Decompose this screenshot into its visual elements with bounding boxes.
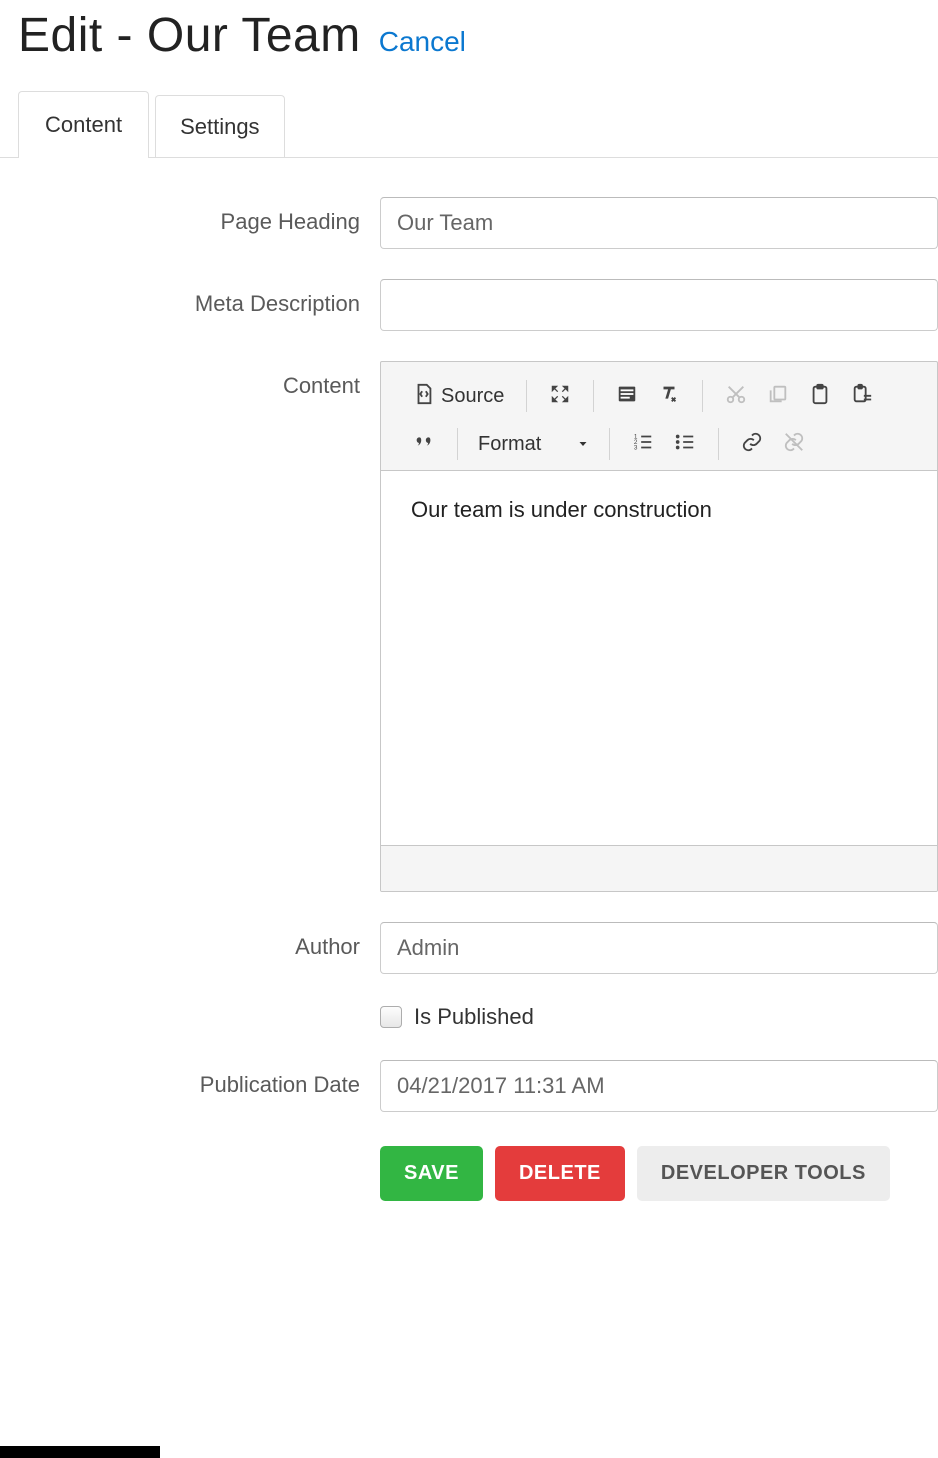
editor-body[interactable]: Our team is under construction <box>381 470 937 845</box>
chevron-down-icon <box>577 433 589 456</box>
maximize-button[interactable] <box>543 379 577 413</box>
paste-text-button[interactable] <box>845 379 879 413</box>
page-header: Edit - Our Team Cancel <box>18 8 938 91</box>
source-label: Source <box>441 385 504 408</box>
select-all-icon <box>616 383 638 410</box>
is-published-label: Is Published <box>414 1004 534 1030</box>
page-title: Edit - Our Team <box>18 8 361 63</box>
link-button[interactable] <box>735 427 769 461</box>
editor-content-text: Our team is under construction <box>411 497 907 523</box>
link-icon <box>741 431 763 458</box>
is-published-checkbox[interactable] <box>380 1006 402 1028</box>
source-button[interactable]: Source <box>407 379 510 413</box>
paste-text-icon <box>851 383 873 410</box>
paste-button[interactable] <box>803 379 837 413</box>
delete-button[interactable]: DELETE <box>495 1146 625 1201</box>
paste-icon <box>809 383 831 410</box>
remove-format-icon <box>658 383 680 410</box>
remove-format-button[interactable] <box>652 379 686 413</box>
label-author: Author <box>18 922 380 960</box>
numbered-list-icon: 123 <box>632 431 654 458</box>
tab-label: Content <box>45 112 122 137</box>
blockquote-button[interactable] <box>407 427 441 461</box>
meta-description-input[interactable] <box>380 279 938 331</box>
developer-tools-button[interactable]: DEVELOPER TOOLS <box>637 1146 890 1201</box>
unlink-icon <box>783 431 805 458</box>
bullet-list-button[interactable] <box>668 427 702 461</box>
tab-content[interactable]: Content <box>18 91 149 158</box>
tab-settings[interactable]: Settings <box>155 95 285 158</box>
unlink-button[interactable] <box>777 427 811 461</box>
editor-statusbar <box>381 845 937 891</box>
copy-button[interactable] <box>761 379 795 413</box>
source-icon <box>413 383 435 410</box>
svg-text:3: 3 <box>634 444 638 451</box>
cut-button[interactable] <box>719 379 753 413</box>
bullet-list-icon <box>674 431 696 458</box>
label-is-published <box>18 1004 380 1016</box>
label-content: Content <box>18 361 380 399</box>
cut-icon <box>725 383 747 410</box>
label-publication-date: Publication Date <box>18 1060 380 1098</box>
publication-date-input[interactable] <box>380 1060 938 1112</box>
tab-bar: Content Settings <box>18 91 938 159</box>
label-page-heading: Page Heading <box>18 197 380 235</box>
tab-label: Settings <box>180 114 260 139</box>
label-meta-description: Meta Description <box>18 279 380 317</box>
page-heading-input[interactable] <box>380 197 938 249</box>
cancel-link[interactable]: Cancel <box>379 26 466 58</box>
blockquote-icon <box>413 431 435 458</box>
format-dropdown[interactable]: Format <box>470 429 597 460</box>
rich-text-editor: Source <box>380 361 938 892</box>
author-input[interactable] <box>380 922 938 974</box>
select-all-button[interactable] <box>610 379 644 413</box>
save-button[interactable]: SAVE <box>380 1146 483 1201</box>
maximize-icon <box>549 383 571 410</box>
decorative-strip <box>0 1446 160 1458</box>
format-label: Format <box>478 433 541 456</box>
editor-toolbar: Source <box>381 362 937 470</box>
numbered-list-button[interactable]: 123 <box>626 427 660 461</box>
copy-icon <box>767 383 789 410</box>
